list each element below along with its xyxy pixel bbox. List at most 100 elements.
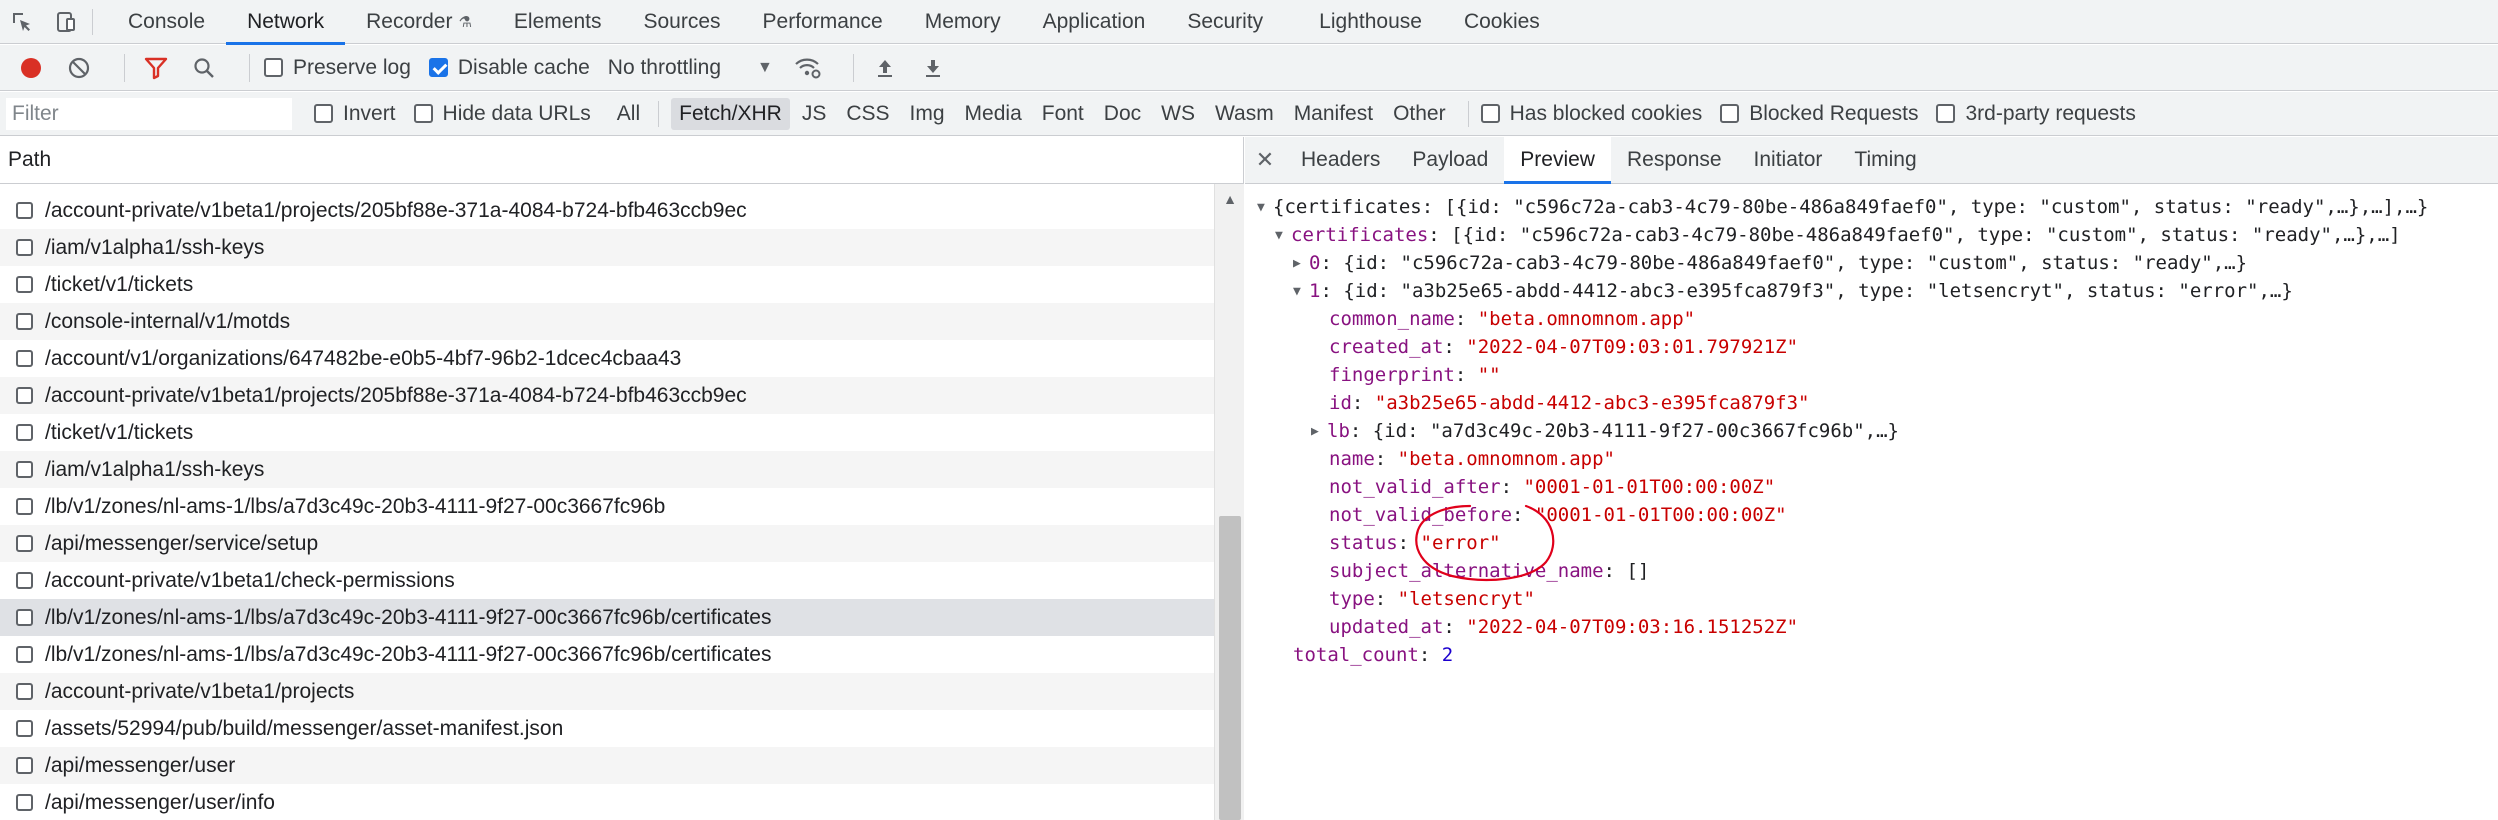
tab-elements[interactable]: Elements (493, 0, 623, 44)
tab-timing[interactable]: Timing (1838, 137, 1932, 183)
json-root-node[interactable]: ▼ {certificates: [{id: "c596c72a-cab3-4c7… (1257, 193, 2487, 221)
row-checkbox[interactable] (16, 202, 33, 219)
table-row[interactable]: /ticket/v1/tickets (0, 414, 1214, 451)
table-row[interactable]: /api/messenger/user/info (0, 784, 1214, 820)
row-checkbox[interactable] (16, 350, 33, 367)
type-filter-ws[interactable]: WS (1153, 98, 1203, 130)
checkbox-box[interactable] (264, 58, 283, 77)
row-checkbox[interactable] (16, 313, 33, 330)
table-row[interactable]: /iam/v1alpha1/ssh-keys (0, 229, 1214, 266)
type-filter-other[interactable]: Other (1385, 98, 1454, 130)
checkbox-box-checked[interactable] (428, 58, 448, 77)
json-item-0-node[interactable]: ▶ 0: {id: "c596c72a-cab3-4c79-80be-486a84… (1257, 249, 2487, 277)
json-field-status[interactable]: status: "error" (1257, 529, 2487, 557)
row-checkbox[interactable] (16, 498, 33, 515)
json-field-not-valid-after[interactable]: not_valid_after: "0001-01-01T00:00:00Z" (1257, 473, 2487, 501)
collapsed-triangle-icon[interactable]: ▶ (1311, 424, 1327, 439)
type-filter-all[interactable]: All (609, 98, 648, 130)
json-field-total-count[interactable]: total_count: 2 (1257, 641, 2487, 669)
tab-console[interactable]: Console (107, 0, 226, 44)
table-row[interactable]: /account-private/v1beta1/check-permissio… (0, 562, 1214, 599)
type-filter-css[interactable]: CSS (838, 98, 897, 130)
tab-security[interactable]: Security (1166, 0, 1284, 44)
type-filter-wasm[interactable]: Wasm (1207, 98, 1282, 130)
scrollbar-thumb[interactable] (1219, 516, 1241, 820)
path-column-header[interactable]: Path (0, 137, 1243, 184)
json-field-subject-alternative-name[interactable]: subject_alternative_name: [] (1257, 557, 2487, 585)
table-row[interactable]: /console-internal/v1/motds (0, 303, 1214, 340)
checkbox-box[interactable] (1480, 104, 1500, 123)
expanded-triangle-icon[interactable]: ▼ (1257, 200, 1273, 215)
filter-icon[interactable] (139, 51, 173, 85)
tab-preview[interactable]: Preview (1504, 137, 1611, 184)
table-row-selected[interactable]: /lb/v1/zones/nl-ams-1/lbs/a7d3c49c-20b3-… (0, 599, 1214, 636)
tab-response[interactable]: Response (1611, 137, 1738, 183)
row-checkbox[interactable] (16, 461, 33, 478)
json-field-lb[interactable]: ▶ lb: {id: "a7d3c49c-20b3-4111-9f27-00c36… (1257, 417, 2487, 445)
inspect-element-icon[interactable] (0, 0, 44, 44)
table-row[interactable]: /account-private/v1beta1/projects (0, 673, 1214, 710)
tab-cookies[interactable]: Cookies (1443, 0, 1561, 44)
device-toolbar-icon[interactable] (44, 0, 88, 44)
type-filter-manifest[interactable]: Manifest (1286, 98, 1381, 130)
collapsed-triangle-icon[interactable]: ▶ (1293, 256, 1309, 271)
tab-performance[interactable]: Performance (742, 0, 904, 44)
tab-application[interactable]: Application (1022, 0, 1167, 44)
network-conditions-icon[interactable] (791, 51, 825, 85)
tab-headers[interactable]: Headers (1285, 137, 1396, 183)
json-certificates-node[interactable]: ▼ certificates: [{id: "c596c72a-cab3-4c79… (1257, 221, 2487, 249)
json-field-common-name[interactable]: common_name: "beta.omnomnom.app" (1257, 305, 2487, 333)
tab-sources[interactable]: Sources (622, 0, 741, 44)
table-row[interactable]: /lb/v1/zones/nl-ams-1/lbs/a7d3c49c-20b3-… (0, 488, 1214, 525)
type-filter-fetch-xhr[interactable]: Fetch/XHR (671, 97, 790, 130)
type-filter-img[interactable]: Img (902, 98, 953, 130)
row-checkbox[interactable] (16, 572, 33, 589)
search-icon[interactable] (187, 51, 221, 85)
record-button[interactable] (14, 51, 48, 85)
json-field-created-at[interactable]: created_at: "2022-04-07T09:03:01.797921Z… (1257, 333, 2487, 361)
request-list-scrollbar[interactable]: ▲ (1214, 184, 1244, 820)
row-checkbox[interactable] (16, 387, 33, 404)
row-checkbox[interactable] (16, 720, 33, 737)
table-row[interactable]: /api/messenger/service/setup (0, 525, 1214, 562)
table-row[interactable]: /lb/v1/zones/nl-ams-1/lbs/a7d3c49c-20b3-… (0, 636, 1214, 673)
expanded-triangle-icon[interactable]: ▼ (1275, 228, 1291, 243)
json-field-updated-at[interactable]: updated_at: "2022-04-07T09:03:16.151252Z… (1257, 613, 2487, 641)
row-checkbox[interactable] (16, 794, 33, 811)
checkbox-box[interactable] (1936, 104, 1956, 123)
throttling-select[interactable]: No throttling ▼ (608, 56, 773, 80)
json-field-not-valid-before[interactable]: not_valid_before: "0001-01-01T00:00:00Z" (1257, 501, 2487, 529)
tab-recorder[interactable]: Recorder ⚗ (345, 0, 493, 44)
json-field-id[interactable]: id: "a3b25e65-abdd-4412-abc3-e395fca879f… (1257, 389, 2487, 417)
table-row[interactable]: /api/messenger/user (0, 747, 1214, 784)
table-row[interactable]: /account/v1/organizations/647482be-e0b5-… (0, 340, 1214, 377)
row-checkbox[interactable] (16, 535, 33, 552)
type-filter-font[interactable]: Font (1034, 98, 1092, 130)
row-checkbox[interactable] (16, 239, 33, 256)
checkbox-box[interactable] (314, 104, 333, 123)
tab-network[interactable]: Network (226, 0, 346, 45)
clear-icon[interactable] (62, 51, 96, 85)
checkbox-box[interactable] (413, 104, 433, 123)
table-row[interactable]: /iam/v1alpha1/ssh-keys (0, 451, 1214, 488)
close-icon[interactable]: ✕ (1245, 137, 1285, 183)
checkbox-box[interactable] (1720, 104, 1740, 123)
type-filter-media[interactable]: Media (957, 98, 1030, 130)
row-checkbox[interactable] (16, 424, 33, 441)
third-party-requests-checkbox[interactable]: 3rd-party requests (1936, 102, 2136, 126)
json-field-name[interactable]: name: "beta.omnomnom.app" (1257, 445, 2487, 473)
table-row[interactable]: /account-private/v1beta1/projects/205bf8… (0, 377, 1214, 414)
import-har-icon[interactable] (868, 51, 902, 85)
type-filter-doc[interactable]: Doc (1096, 98, 1149, 130)
tab-lighthouse[interactable]: Lighthouse (1298, 0, 1443, 44)
table-row[interactable]: /account-private/v1beta1/projects/205bf8… (0, 192, 1214, 229)
disable-cache-checkbox[interactable]: Disable cache (428, 56, 590, 80)
type-filter-js[interactable]: JS (794, 98, 835, 130)
has-blocked-cookies-checkbox[interactable]: Has blocked cookies (1480, 102, 1702, 126)
row-checkbox[interactable] (16, 609, 33, 626)
table-row[interactable]: /ticket/v1/tickets (0, 266, 1214, 303)
blocked-requests-checkbox[interactable]: Blocked Requests (1720, 102, 1918, 126)
row-checkbox[interactable] (16, 276, 33, 293)
table-row[interactable]: /assets/52994/pub/build/messenger/asset-… (0, 710, 1214, 747)
export-har-icon[interactable] (916, 51, 950, 85)
